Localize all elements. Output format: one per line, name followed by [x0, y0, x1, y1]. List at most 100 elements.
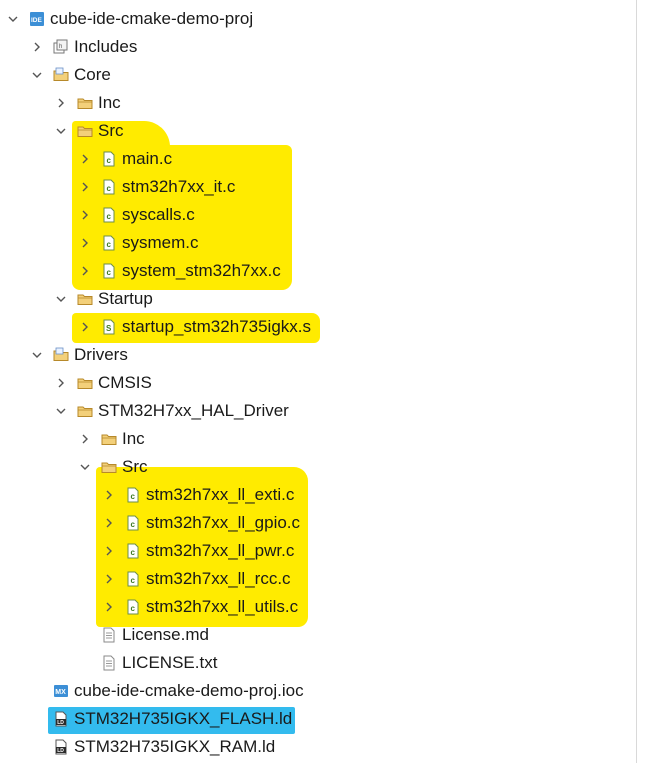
folder-icon — [101, 431, 117, 447]
tree-item-file[interactable]: cube-ide-cmake-demo-proj.ioc — [30, 677, 304, 705]
tree-item-label: startup_stm32h735igkx.s — [122, 317, 311, 336]
chevron-right-icon[interactable] — [78, 264, 92, 278]
tree-item-label: stm32h7xx_ll_pwr.c — [146, 541, 295, 560]
c-file-icon — [125, 543, 141, 559]
tree-item-core-src[interactable]: Src — [54, 117, 124, 145]
tree-item-includes[interactable]: Includes — [30, 33, 137, 61]
c-file-icon — [101, 151, 117, 167]
tree-item-file[interactable]: License.md — [78, 621, 209, 649]
chevron-right-icon[interactable] — [30, 40, 44, 54]
asm-file-icon — [101, 319, 117, 335]
chevron-down-icon[interactable] — [54, 292, 68, 306]
chevron-right-icon[interactable] — [78, 180, 92, 194]
tree-item-label: CMSIS — [98, 373, 152, 392]
tree-item-file[interactable]: stm32h7xx_ll_pwr.c — [102, 537, 294, 565]
tree-item-drivers[interactable]: Drivers — [30, 341, 128, 369]
tree-item-project[interactable]: cube-ide-cmake-demo-proj — [6, 5, 253, 33]
tree-item-label: stm32h7xx_ll_rcc.c — [146, 569, 291, 588]
tree-item-label: sysmem.c — [122, 233, 199, 252]
c-file-icon — [101, 263, 117, 279]
c-file-icon — [101, 235, 117, 251]
c-file-icon — [125, 487, 141, 503]
tree-item-label: cube-ide-cmake-demo-proj.ioc — [74, 681, 304, 700]
chevron-down-icon[interactable] — [6, 12, 20, 26]
tree-item-label: syscalls.c — [122, 205, 195, 224]
tree-item-hal-src[interactable]: Src — [78, 453, 148, 481]
panel-divider — [636, 0, 637, 763]
chevron-right-icon[interactable] — [78, 236, 92, 250]
tree-item-file-selected[interactable]: STM32H735IGKX_FLASH.ld — [30, 705, 292, 733]
tree-item-label: Startup — [98, 289, 153, 308]
c-file-icon — [125, 571, 141, 587]
tree-item-label: Inc — [122, 429, 145, 448]
tree-item-startup[interactable]: Startup — [54, 285, 153, 313]
c-file-icon — [101, 207, 117, 223]
folder-icon — [77, 123, 93, 139]
tree-item-file[interactable]: sysmem.c — [78, 229, 199, 257]
ld-file-icon — [53, 711, 69, 727]
tree-item-label: STM32H7xx_HAL_Driver — [98, 401, 289, 420]
chevron-down-icon[interactable] — [78, 460, 92, 474]
tree-item-file[interactable]: main.c — [78, 145, 172, 173]
tree-item-label: STM32H735IGKX_FLASH.ld — [74, 709, 293, 728]
chevron-right-icon[interactable] — [78, 152, 92, 166]
chevron-right-icon[interactable] — [102, 516, 116, 530]
source-folder-icon — [53, 347, 69, 363]
text-file-icon — [101, 627, 117, 643]
tree-item-file[interactable]: system_stm32h7xx.c — [78, 257, 281, 285]
tree-item-label: License.md — [122, 625, 209, 644]
chevron-down-icon[interactable] — [54, 124, 68, 138]
folder-icon — [101, 459, 117, 475]
tree-item-label: stm32h7xx_ll_gpio.c — [146, 513, 301, 532]
tree-item-file[interactable]: STM32H735IGKX_RAM.ld — [30, 733, 275, 761]
c-file-icon — [101, 179, 117, 195]
mx-file-icon — [53, 683, 69, 699]
ide-project-icon — [29, 11, 45, 27]
c-file-icon — [125, 515, 141, 531]
chevron-right-icon[interactable] — [54, 96, 68, 110]
chevron-right-icon[interactable] — [102, 488, 116, 502]
chevron-right-icon[interactable] — [102, 600, 116, 614]
chevron-down-icon[interactable] — [30, 68, 44, 82]
tree-item-label: Inc — [98, 93, 121, 112]
folder-icon — [77, 291, 93, 307]
tree-item-label: system_stm32h7xx.c — [122, 261, 281, 280]
tree-item-file[interactable]: stm32h7xx_ll_exti.c — [102, 481, 294, 509]
tree-item-hal-inc[interactable]: Inc — [78, 425, 145, 453]
text-file-icon — [101, 655, 117, 671]
tree-item-label: stm32h7xx_ll_utils.c — [146, 597, 299, 616]
chevron-right-icon[interactable] — [102, 572, 116, 586]
chevron-right-icon[interactable] — [78, 320, 92, 334]
tree-item-file[interactable]: stm32h7xx_ll_utils.c — [102, 593, 298, 621]
chevron-right-icon[interactable] — [54, 376, 68, 390]
tree-item-core[interactable]: Core — [30, 61, 111, 89]
chevron-right-icon[interactable] — [78, 208, 92, 222]
tree-item-label: cube-ide-cmake-demo-proj — [50, 9, 254, 28]
tree-item-file[interactable]: stm32h7xx_ll_gpio.c — [102, 509, 300, 537]
chevron-down-icon[interactable] — [30, 348, 44, 362]
includes-icon — [53, 39, 69, 55]
tree-item-label: main.c — [122, 149, 173, 168]
tree-item-label: Src — [98, 121, 124, 140]
folder-icon — [77, 375, 93, 391]
chevron-right-icon[interactable] — [102, 544, 116, 558]
folder-icon — [77, 403, 93, 419]
tree-item-file[interactable]: startup_stm32h735igkx.s — [78, 313, 311, 341]
c-file-icon — [125, 599, 141, 615]
tree-item-hal-driver[interactable]: STM32H7xx_HAL_Driver — [54, 397, 289, 425]
tree-item-file[interactable]: LICENSE.txt — [78, 649, 217, 677]
tree-item-label: stm32h7xx_it.c — [122, 177, 236, 196]
tree-item-file[interactable]: syscalls.c — [78, 201, 195, 229]
tree-item-label: stm32h7xx_ll_exti.c — [146, 485, 295, 504]
tree-item-label: Src — [122, 457, 148, 476]
tree-item-file[interactable]: stm32h7xx_ll_rcc.c — [102, 565, 291, 593]
tree-item-cmsis[interactable]: CMSIS — [54, 369, 152, 397]
tree-item-file[interactable]: stm32h7xx_it.c — [78, 173, 235, 201]
tree-item-core-inc[interactable]: Inc — [54, 89, 121, 117]
source-folder-icon — [53, 67, 69, 83]
chevron-right-icon[interactable] — [78, 432, 92, 446]
folder-icon — [77, 95, 93, 111]
tree-item-label: LICENSE.txt — [122, 653, 218, 672]
tree-item-label: Drivers — [74, 345, 128, 364]
chevron-down-icon[interactable] — [54, 404, 68, 418]
